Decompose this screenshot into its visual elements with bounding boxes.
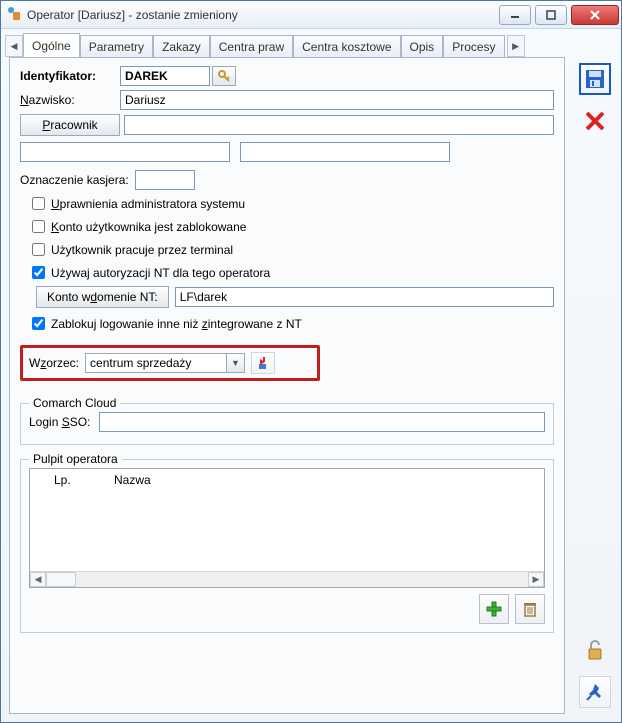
unlock-button[interactable]	[579, 634, 611, 666]
key-button[interactable]	[212, 66, 236, 86]
nt-domain-button[interactable]: Konto w domenie NT:	[36, 286, 169, 308]
col-name: Nazwa	[114, 473, 151, 487]
save-button[interactable]	[579, 63, 611, 95]
app-icon	[5, 5, 23, 24]
side-toolbar-bottom	[579, 634, 611, 708]
panel-general: Identyfikator: Nazwisko: Pracownik Oznac…	[9, 57, 565, 714]
locked-checkbox-label: Konto użytkownika jest zablokowane	[51, 220, 246, 234]
tab-cost-centers[interactable]: Centra kosztowe	[293, 35, 400, 57]
scroll-track[interactable]	[76, 572, 528, 587]
cloud-legend: Comarch Cloud	[29, 396, 120, 410]
scroll-right-button[interactable]: ▶	[528, 572, 544, 587]
extra-input-2[interactable]	[240, 142, 450, 162]
cashier-label: Oznaczenie kasjera:	[20, 173, 129, 187]
add-button[interactable]	[479, 594, 509, 624]
cashier-input[interactable]	[135, 170, 195, 190]
titlebar: Operator [Dariusz] - zostanie zmieniony	[1, 1, 621, 29]
tab-bans[interactable]: Zakazy	[153, 35, 210, 57]
template-dropdown[interactable]: centrum sprzedaży ▼	[85, 353, 245, 373]
col-lp: Lp.	[54, 473, 114, 487]
template-dropdown-value: centrum sprzedaży	[86, 356, 226, 370]
admin-checkbox-label: Uprawnienia administratora systemu	[51, 197, 245, 211]
identifier-label: Identyfikator:	[20, 69, 120, 83]
tab-general[interactable]: Ogólne	[23, 33, 80, 57]
surname-label: Nazwisko:	[20, 93, 120, 107]
locked-checkbox[interactable]	[32, 220, 45, 233]
window-title: Operator [Dariusz] - zostanie zmieniony	[23, 8, 497, 22]
template-apply-button[interactable]	[251, 352, 275, 374]
block-non-nt-label: Zablokuj logowanie inne niż zintegrowane…	[51, 317, 302, 331]
tab-rights[interactable]: Centra praw	[210, 35, 293, 57]
app-window: Operator [Dariusz] - zostanie zmieniony …	[0, 0, 622, 723]
ntauth-checkbox[interactable]	[32, 266, 45, 279]
chevron-down-icon: ▼	[226, 354, 244, 372]
maximize-button[interactable]	[535, 5, 567, 25]
admin-checkbox[interactable]	[32, 197, 45, 210]
sso-input[interactable]	[99, 412, 545, 432]
minimize-button[interactable]	[499, 5, 531, 25]
tab-scroll-left[interactable]: ◀	[5, 35, 23, 57]
tab-processes[interactable]: Procesy	[443, 35, 504, 57]
cloud-fieldset: Comarch Cloud Login SSO:	[20, 403, 554, 445]
employee-button[interactable]: Pracownik	[20, 114, 120, 136]
pin-button[interactable]	[579, 676, 611, 708]
scroll-left-button[interactable]: ◀	[30, 572, 46, 587]
operator-desktop-list[interactable]: Lp. Nazwa ◀ ▶	[29, 468, 545, 588]
delete-button[interactable]	[515, 594, 545, 624]
horizontal-scrollbar[interactable]: ◀ ▶	[30, 571, 544, 587]
employee-input[interactable]	[124, 115, 554, 135]
identifier-input[interactable]	[120, 66, 210, 86]
ntauth-checkbox-label: Używaj autoryzacji NT dla tego operatora	[51, 266, 270, 280]
tab-strip: ◀ Ogólne Parametry Zakazy Centra praw Ce…	[1, 31, 621, 57]
surname-input[interactable]	[120, 90, 554, 110]
block-non-nt-checkbox[interactable]	[32, 317, 45, 330]
template-highlight-box: Wzorzec: centrum sprzedaży ▼	[20, 345, 320, 381]
tab-parameters[interactable]: Parametry	[80, 35, 153, 57]
scroll-thumb[interactable]	[46, 572, 76, 587]
side-toolbar-top	[579, 63, 611, 137]
sso-label: Login SSO:	[29, 415, 99, 429]
cancel-button[interactable]	[579, 105, 611, 137]
terminal-checkbox[interactable]	[32, 243, 45, 256]
list-header: Lp. Nazwa	[30, 469, 544, 491]
close-button[interactable]	[571, 5, 619, 25]
pulpit-fieldset: Pulpit operatora Lp. Nazwa ◀ ▶	[20, 459, 554, 633]
tab-scroll-right[interactable]: ▶	[507, 35, 525, 57]
terminal-checkbox-label: Użytkownik pracuje przez terminal	[51, 243, 233, 257]
nt-domain-input[interactable]	[175, 287, 554, 307]
template-label: Wzorzec:	[29, 356, 79, 370]
pulpit-legend: Pulpit operatora	[29, 452, 122, 466]
tab-description[interactable]: Opis	[401, 35, 444, 57]
extra-input-1[interactable]	[20, 142, 230, 162]
